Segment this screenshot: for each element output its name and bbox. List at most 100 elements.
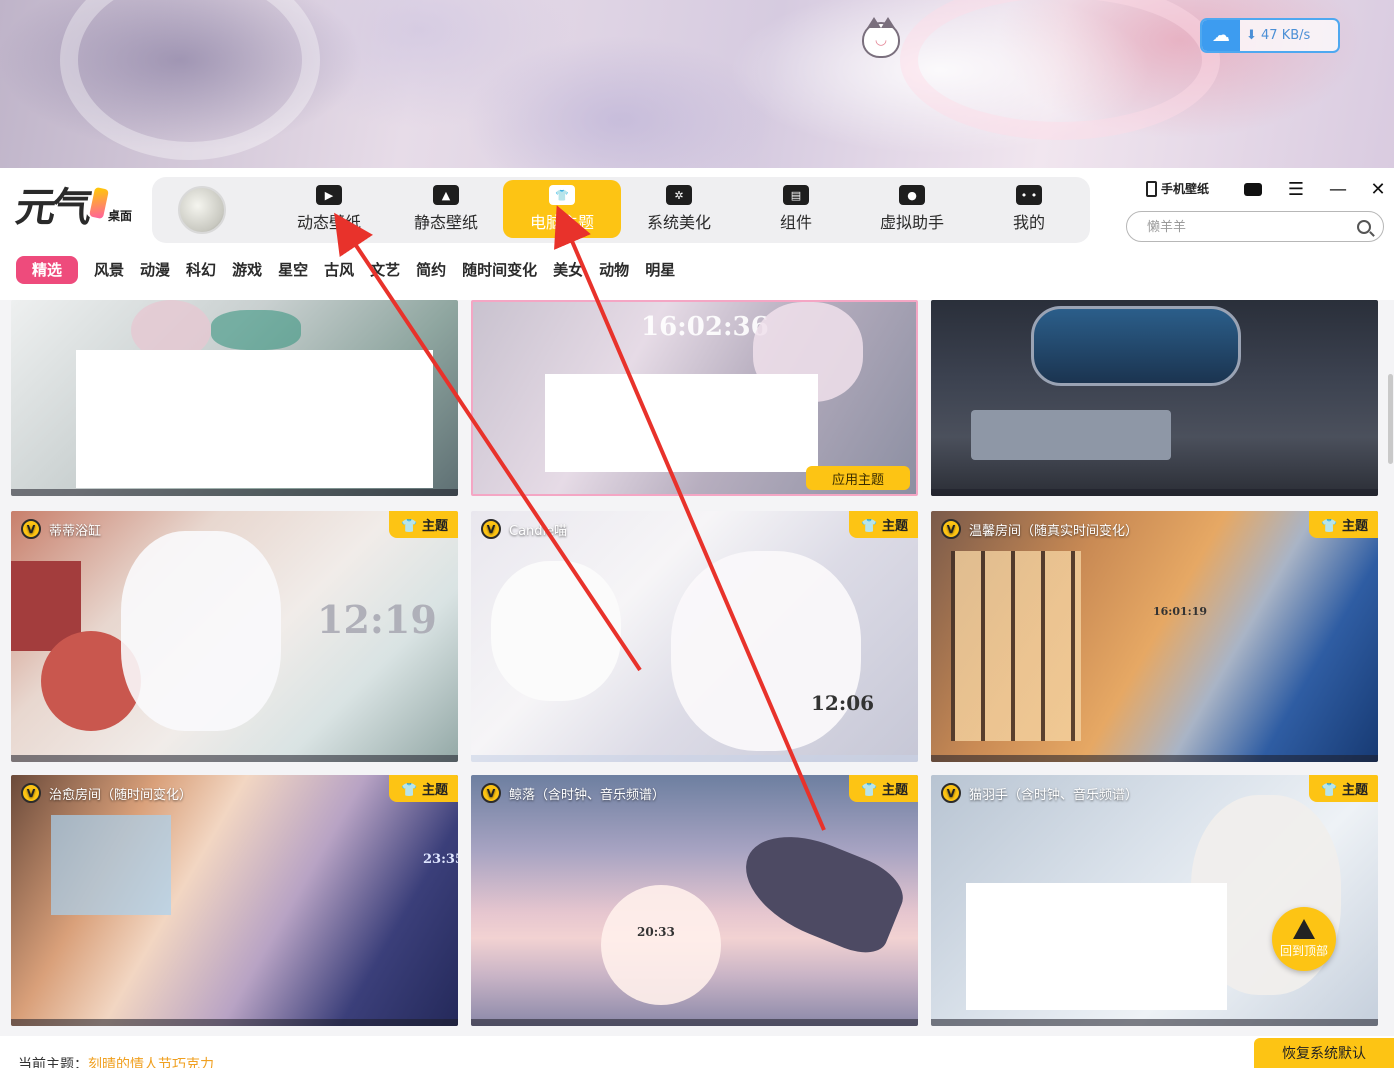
- image-icon: ▲: [433, 185, 459, 205]
- vip-badge-icon: V: [481, 783, 501, 803]
- card-artwork: [671, 551, 861, 751]
- phone-icon: [1146, 180, 1157, 197]
- mobile-wallpaper-link[interactable]: 手机壁纸: [1146, 180, 1209, 197]
- card-title-row: V 治愈房间（随时间变化）: [21, 783, 192, 803]
- taskbar-preview: [11, 1019, 458, 1026]
- menu-button[interactable]: ☰: [1283, 178, 1309, 200]
- card-artwork: [729, 818, 913, 962]
- arrow-up-icon: [1293, 919, 1315, 939]
- card-artwork: [51, 815, 171, 915]
- card-title-row: V 蒂蒂浴缸: [21, 519, 101, 539]
- nav-system-beautify[interactable]: ✲ 系统美化: [620, 180, 738, 238]
- category-item[interactable]: 星空: [278, 256, 308, 284]
- close-button[interactable]: ✕: [1365, 178, 1391, 200]
- nav-static-wallpaper[interactable]: ▲ 静态壁纸: [387, 180, 505, 238]
- apply-theme-button[interactable]: 应用主题: [806, 466, 910, 490]
- category-item[interactable]: 动漫: [140, 256, 170, 284]
- taskbar-preview: [931, 489, 1378, 496]
- nav-label: 电脑主题: [529, 213, 594, 232]
- app-header: 元气 桌面 ▶ 动态壁纸 ▲ 静态壁纸 👕 电脑主题 ✲ 系统美化 ▤ 组件 ●…: [0, 168, 1394, 300]
- theme-tag: 👕 主题: [389, 775, 458, 802]
- mobile-wallpaper-label: 手机壁纸: [1161, 182, 1210, 196]
- card-artwork: [1031, 306, 1241, 386]
- card-title-row: V 猫羽手（含时钟、音乐频谱）: [941, 783, 1138, 803]
- category-item[interactable]: 简约: [416, 256, 446, 284]
- category-item[interactable]: 游戏: [232, 256, 262, 284]
- theme-tag-label: 主题: [881, 783, 908, 798]
- close-icon: ✕: [1370, 178, 1386, 200]
- taskbar-preview: [931, 755, 1378, 762]
- card-clock: 12:19: [317, 597, 437, 642]
- card-clock: 16:01:19: [1153, 605, 1208, 618]
- nav-dynamic-wallpaper[interactable]: ▶ 动态壁纸: [270, 180, 388, 238]
- current-theme-name[interactable]: 刻晴的情人节巧克力: [88, 1057, 214, 1068]
- taskbar-preview: [931, 1019, 1378, 1026]
- category-item[interactable]: 随时间变化: [462, 256, 537, 284]
- theme-card[interactable]: 20:33 V 鲸落（含时钟、音乐频谱） 👕 主题: [471, 775, 918, 1026]
- face-icon: • •: [1016, 185, 1042, 205]
- shirt-icon: 👕: [549, 185, 575, 205]
- category-item[interactable]: 美女: [553, 256, 583, 284]
- redacted-area: [545, 374, 818, 472]
- theme-card[interactable]: 12:19 V 蒂蒂浴缸 👕 主题: [11, 511, 458, 762]
- theme-card[interactable]: 16:01:19 V 温馨房间（随真实时间变化） 👕 主题: [931, 511, 1378, 762]
- category-item[interactable]: 明星: [645, 256, 675, 284]
- category-bar: 精选 风景 动漫 科幻 游戏 星空 古风 文艺 简约 随时间变化 美女 动物 明…: [16, 256, 675, 284]
- category-item[interactable]: 古风: [324, 256, 354, 284]
- download-speed-widget[interactable]: ☁ ⬇ 47 KB/s: [1200, 18, 1340, 53]
- avatar[interactable]: [178, 186, 226, 234]
- theme-card[interactable]: [11, 300, 458, 496]
- main-nav: ▶ 动态壁纸 ▲ 静态壁纸 👕 电脑主题 ✲ 系统美化 ▤ 组件 ● 虚拟助手: [152, 177, 1090, 243]
- minimize-icon: —: [1329, 178, 1347, 200]
- card-title: 鲸落（含时钟、音乐频谱）: [509, 787, 666, 803]
- card-artwork: [601, 885, 721, 1005]
- theme-tag-label: 主题: [421, 783, 448, 798]
- category-item[interactable]: 文艺: [370, 256, 400, 284]
- theme-card-selected[interactable]: 16:02:36 应用主题: [471, 300, 918, 496]
- theme-card[interactable]: 12:06 V Candle喵 👕 主题: [471, 511, 918, 762]
- theme-tag: 👕 主题: [849, 775, 918, 802]
- theme-tag: 👕 主题: [849, 511, 918, 538]
- category-item[interactable]: 动物: [599, 256, 629, 284]
- theme-card[interactable]: V 猫羽手（含时钟、音乐频谱） 👕 主题: [931, 775, 1378, 1026]
- theme-grid: 16:02:36 应用主题 12:19 V 蒂蒂浴缸 👕 主题 12:06 V Ca…: [0, 300, 1394, 1038]
- logo-subtext: 桌面: [108, 209, 133, 223]
- card-title: 蒂蒂浴缸: [49, 523, 102, 539]
- nav-mine[interactable]: • • 我的: [970, 180, 1088, 238]
- nav-virtual-assistant[interactable]: ● 虚拟助手: [853, 180, 971, 238]
- theme-card[interactable]: [931, 300, 1378, 496]
- restore-default-button[interactable]: 恢复系统默认: [1254, 1038, 1394, 1068]
- banner-decoration: [60, 0, 320, 160]
- nav-widgets[interactable]: ▤ 组件: [737, 180, 855, 238]
- play-icon: ▶: [316, 185, 342, 205]
- vip-badge-icon: V: [21, 519, 41, 539]
- logo-text: 元气: [12, 184, 92, 231]
- card-artwork: [951, 551, 1081, 741]
- search-icon[interactable]: [1357, 220, 1371, 234]
- minimize-button[interactable]: —: [1325, 178, 1351, 200]
- scrollbar[interactable]: [1388, 374, 1393, 464]
- category-item[interactable]: 风景: [94, 256, 124, 284]
- banner-decoration: [900, 0, 1220, 140]
- taskbar-preview: [11, 755, 458, 762]
- search-box: [1126, 211, 1384, 242]
- vip-badge-icon: V: [941, 519, 961, 539]
- paw-icon: ●: [899, 185, 925, 205]
- cat-mascot-icon[interactable]: ◡: [862, 17, 900, 58]
- card-title-row: V Candle喵: [481, 519, 567, 539]
- card-artwork: [971, 410, 1171, 460]
- theme-tag: 👕 主题: [1309, 511, 1378, 538]
- hamburger-icon: ☰: [1287, 178, 1305, 200]
- card-title-row: V 温馨房间（随真实时间变化）: [941, 519, 1138, 539]
- message-button[interactable]: [1240, 178, 1266, 200]
- nav-pc-theme[interactable]: 👕 电脑主题: [503, 180, 621, 238]
- card-title: Candle喵: [509, 523, 568, 539]
- theme-tag: 👕 主题: [1309, 775, 1378, 802]
- search-input[interactable]: [1147, 216, 1347, 238]
- category-item[interactable]: 科幻: [186, 256, 216, 284]
- back-to-top-button[interactable]: 回到顶部: [1272, 907, 1336, 971]
- theme-tag-label: 主题: [881, 519, 908, 534]
- current-theme-label: 当前主题：: [18, 1057, 88, 1068]
- category-featured[interactable]: 精选: [16, 256, 79, 284]
- theme-card[interactable]: 23:35 V 治愈房间（随时间变化） 👕 主题: [11, 775, 458, 1026]
